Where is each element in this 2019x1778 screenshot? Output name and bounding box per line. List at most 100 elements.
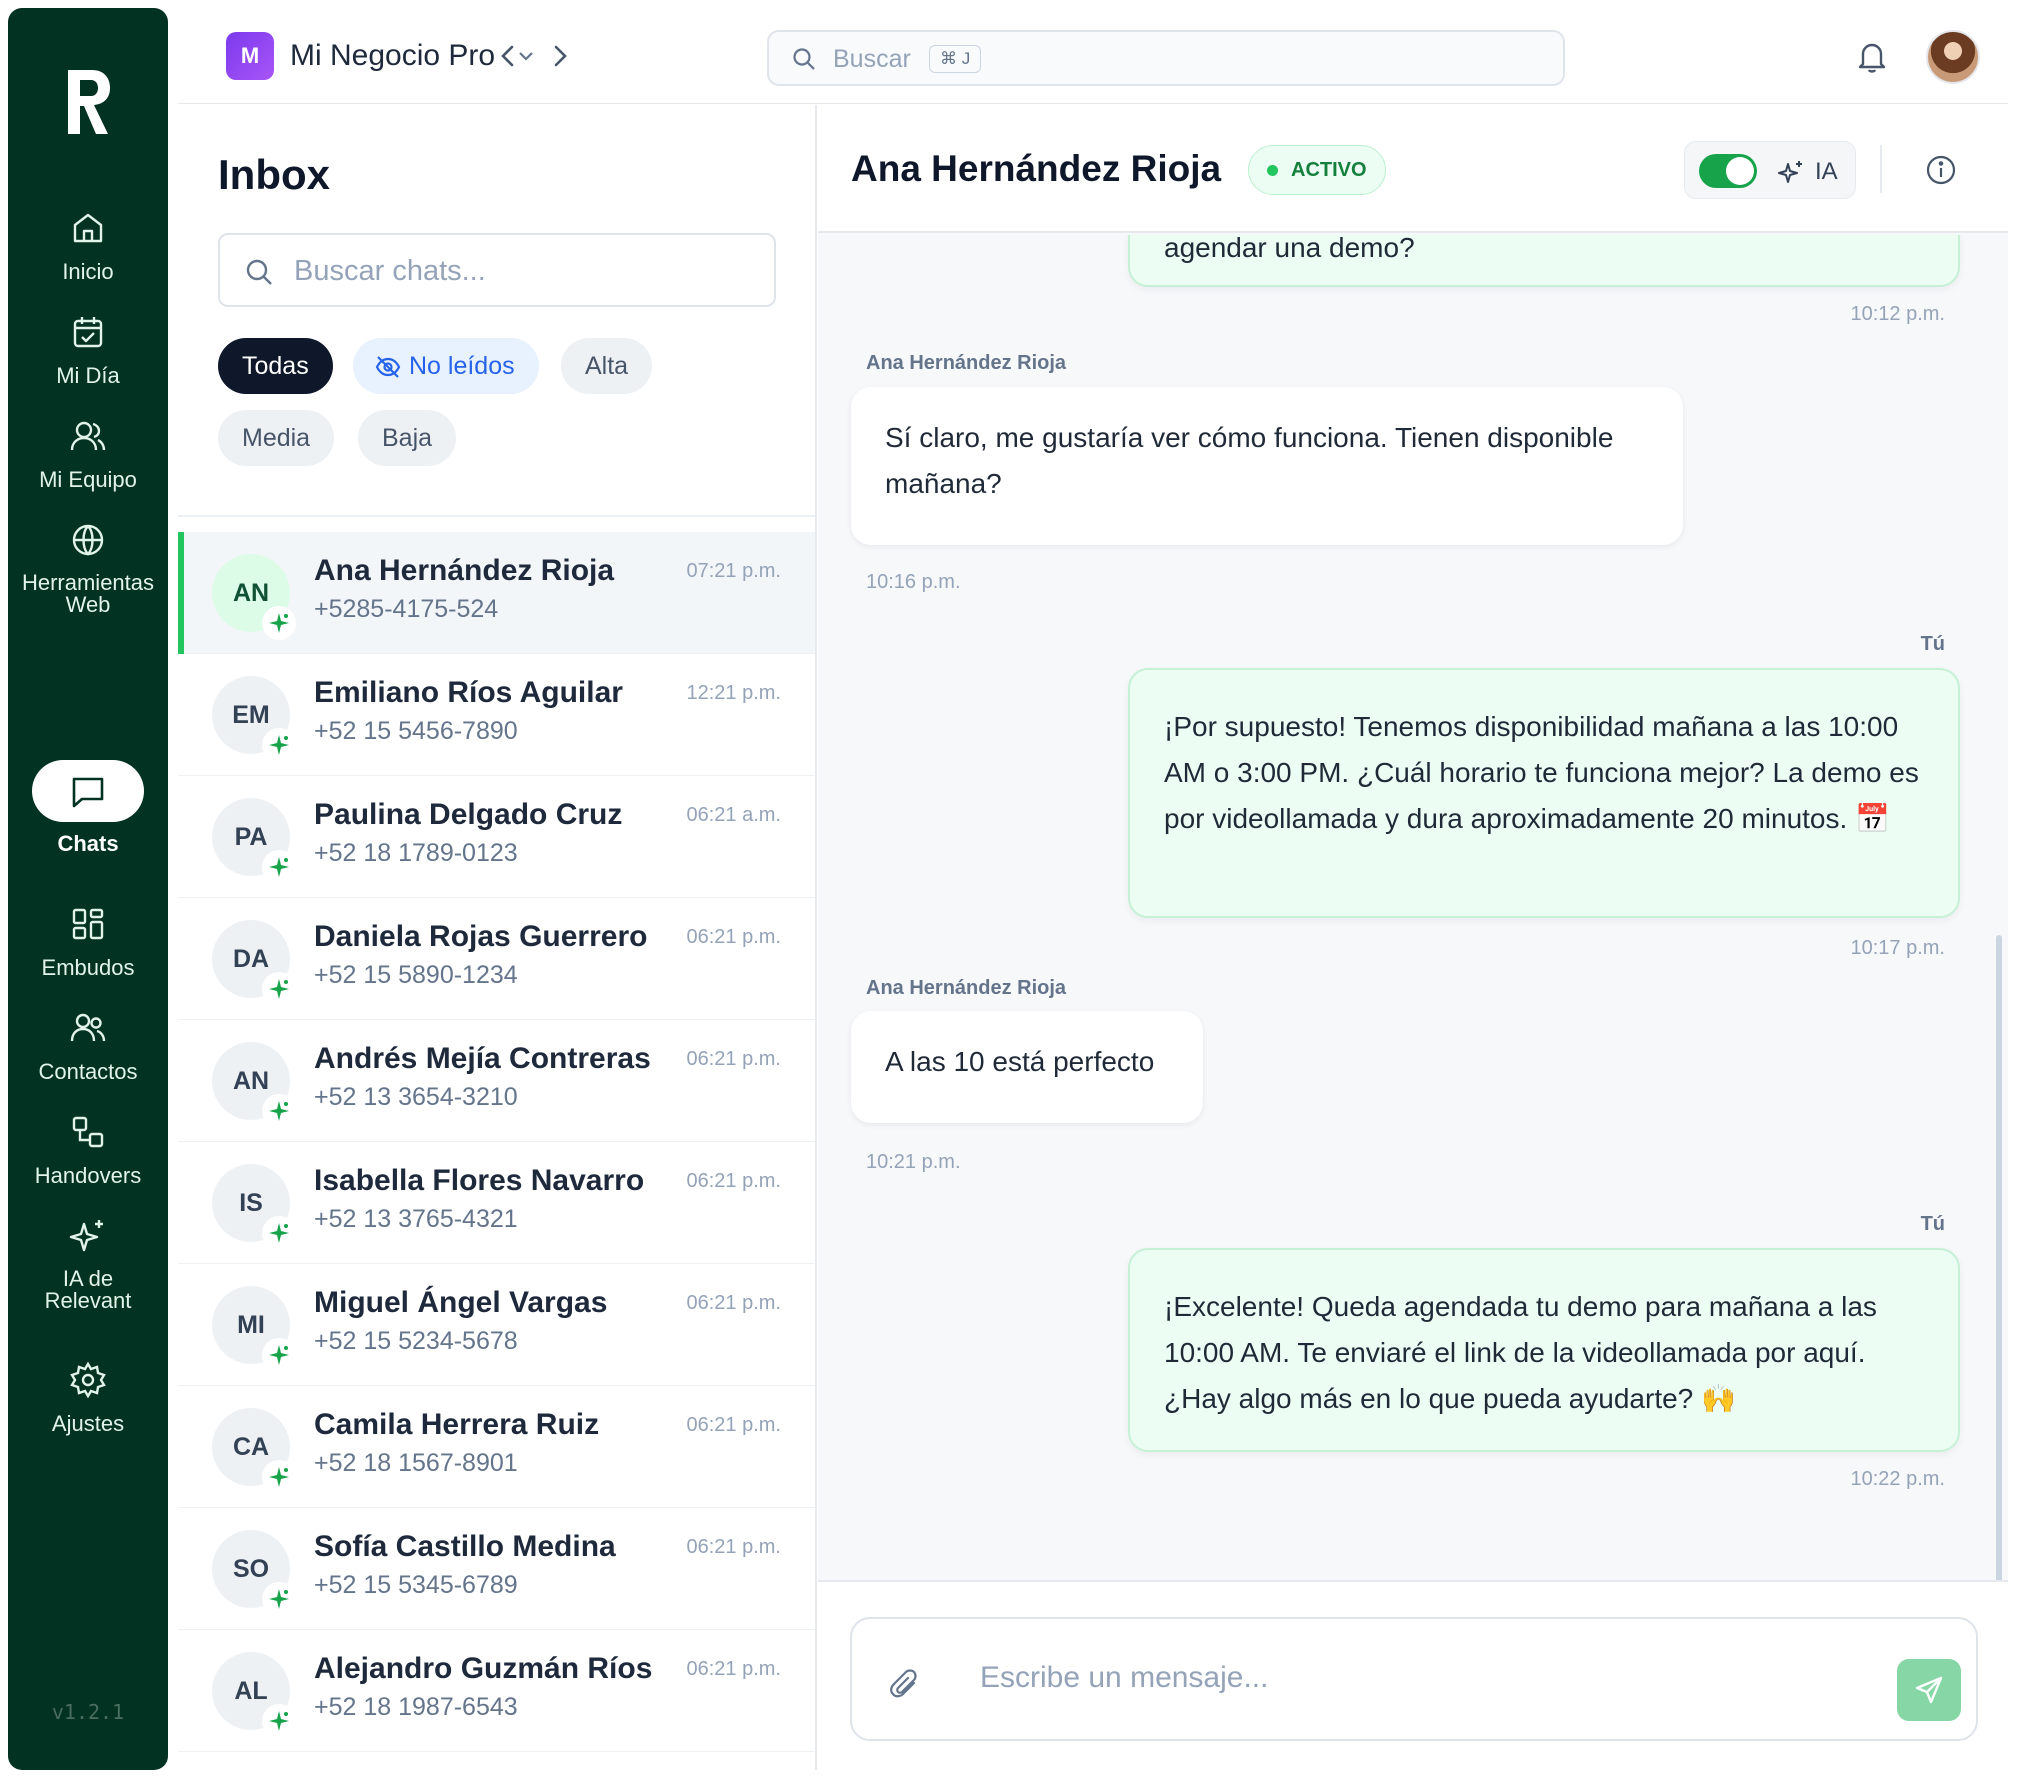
sparkle-badge-icon <box>269 613 289 633</box>
nav-herramientas-web[interactable]: Herramientas Web <box>8 520 168 616</box>
filter-media[interactable]: Media <box>218 410 335 466</box>
relevant-logo[interactable] <box>64 66 112 138</box>
message-text: Sí claro, me gustaría ver cómo funciona.… <box>885 422 1614 499</box>
send-button[interactable] <box>1897 1659 1961 1721</box>
user-avatar[interactable] <box>1926 30 1980 84</box>
message-sender: Tú <box>1920 1213 1945 1235</box>
workspace-name[interactable]: Mi Negocio Pro <box>290 39 495 73</box>
nav-embudos[interactable]: Embudos <box>8 904 168 980</box>
ai-label: IA <box>1815 158 1838 185</box>
chat-list-item[interactable]: SO Sofía Castillo Medina +52 15 5345-6789 0… <box>178 1508 815 1630</box>
message-bubble-incoming: A las 10 está perfecto <box>851 1011 1203 1123</box>
info-icon[interactable] <box>1924 153 1958 187</box>
filter-no-leidos[interactable]: No leídos <box>353 338 539 394</box>
chat-list-item[interactable]: EM Emiliano Ríos Aguilar +52 15 5456-7890 1… <box>178 654 815 776</box>
nav-mi-dia[interactable]: Mi Día <box>8 312 168 388</box>
last-message-time: 06:21 p.m. <box>686 1170 781 1192</box>
contact-phone: +5285-4175-524 <box>314 595 499 623</box>
global-search[interactable]: Buscar ⌘ J <box>767 30 1565 86</box>
nav-label: Herramientas Web <box>21 570 155 617</box>
chat-list-item[interactable]: AL Alejandro Guzmán Ríos +52 18 1987-6543 0… <box>178 1630 815 1752</box>
keyboard-shortcut: ⌘ J <box>929 45 982 73</box>
ai-toggle[interactable] <box>1699 154 1757 188</box>
conversation-panel: Ana Hernández Rioja ACTIVO IA agendar un… <box>818 105 2008 1770</box>
status-label: ACTIVO <box>1291 159 1367 181</box>
chat-search-input[interactable]: Buscar chats... <box>218 233 776 307</box>
channel-badge <box>262 1582 296 1616</box>
nav-label: Chats <box>57 831 119 856</box>
message-time: 10:12 p.m. <box>1850 303 1945 325</box>
inbox-title: Inbox <box>218 151 330 198</box>
chat-list-item[interactable]: AN Andrés Mejía Contreras +52 13 3654-3210… <box>178 1020 815 1142</box>
forward-arrow-icon[interactable] <box>544 40 576 72</box>
nav-active-pill <box>32 760 144 822</box>
nav-label: IA de Relevant <box>44 1266 132 1313</box>
nav-ajustes[interactable]: Ajustes <box>8 1360 168 1436</box>
avatar-initials: DA <box>232 944 270 973</box>
search-icon <box>793 48 815 70</box>
send-icon <box>1915 1676 1943 1704</box>
sparkle-badge-icon <box>269 1101 289 1121</box>
filter-todas[interactable]: Todas <box>218 338 333 394</box>
filter-baja[interactable]: Baja <box>358 410 457 466</box>
conversation-header: Ana Hernández Rioja ACTIVO IA <box>818 105 2008 233</box>
last-message-time: 06:21 a.m. <box>686 804 781 826</box>
nav-mi-equipo[interactable]: Mi Equipo <box>8 416 168 492</box>
home-icon <box>68 208 108 248</box>
inbox-panel: Inbox Buscar chats... Todas No leídos Al… <box>178 105 817 1770</box>
nav-inicio[interactable]: Inicio <box>8 208 168 284</box>
filter-label: Todas <box>242 352 309 380</box>
filter-label: No leídos <box>409 352 515 380</box>
contact-name: Camila Herrera Ruiz <box>314 1408 600 1441</box>
avatar-initials: AN <box>232 1066 270 1095</box>
header-separator <box>1880 145 1882 193</box>
nav-handovers[interactable]: Handovers <box>8 1112 168 1188</box>
sparkle-badge-icon <box>269 1223 289 1243</box>
chat-list-item[interactable]: CA Camila Herrera Ruiz +52 18 1567-8901 06:… <box>178 1386 815 1508</box>
avatar-initials: IS <box>239 1188 263 1217</box>
search-placeholder: Buscar <box>833 45 911 73</box>
chat-list-item[interactable]: PA Paulina Delgado Cruz +52 18 1789-0123 06… <box>178 776 815 898</box>
contact-name: Andrés Mejía Contreras <box>314 1042 651 1075</box>
workspace-badge[interactable]: M <box>226 32 274 80</box>
nav-ia-relevant[interactable]: IA de Relevant <box>8 1216 168 1312</box>
filter-alta[interactable]: Alta <box>561 338 653 394</box>
chat-list: AN Ana Hernández Rioja +5285-4175-524 07:21… <box>178 532 815 1752</box>
sidebar: Inicio Mi Día Mi Equipo Herramientas Web… <box>8 8 168 1770</box>
filter-label: Alta <box>585 352 629 380</box>
nav-label: Contactos <box>38 1059 138 1084</box>
chat-list-item[interactable]: IS Isabella Flores Navarro +52 13 3765-432… <box>178 1142 815 1264</box>
channel-badge <box>262 606 296 640</box>
channel-badge <box>262 728 296 762</box>
sparkle-badge-icon <box>269 1589 289 1609</box>
chat-list-item[interactable]: AN Ana Hernández Rioja +5285-4175-524 07:21… <box>178 532 815 654</box>
top-bar: M Mi Negocio Pro Buscar ⌘ J <box>178 8 2008 104</box>
message-list: agendar una demo? 10:12 p.m. Ana Hernánd… <box>818 235 2008 1580</box>
nav-contactos[interactable]: Contactos <box>8 1008 168 1084</box>
bell-icon[interactable] <box>1854 38 1890 74</box>
contact-phone: +52 15 5890-1234 <box>314 961 518 989</box>
message-time: 10:16 p.m. <box>866 571 961 593</box>
sparkle-badge-icon <box>269 1711 289 1731</box>
channel-badge <box>262 1460 296 1494</box>
composer-placeholder: Escribe un mensaje... <box>980 1661 1269 1694</box>
chat-list-item[interactable]: MI Miguel Ángel Vargas +52 15 5234-5678 06:… <box>178 1264 815 1386</box>
nav-label: Inicio <box>62 259 114 284</box>
chat-list-item[interactable]: DA Daniela Rojas Guerrero +52 15 5890-1234… <box>178 898 815 1020</box>
paperclip-icon[interactable] <box>888 1667 922 1701</box>
contact-name: Alejandro Guzmán Ríos <box>314 1652 653 1685</box>
nav-chats[interactable]: Chats <box>8 760 168 856</box>
nav-label: Handovers <box>34 1163 142 1188</box>
channel-badge <box>262 1338 296 1372</box>
contact-name: Emiliano Ríos Aguilar <box>314 676 623 709</box>
contact-phone: +52 13 3654-3210 <box>314 1083 518 1111</box>
sparkle-badge-icon <box>269 735 289 755</box>
nav-label: Mi Día <box>56 363 120 388</box>
contact-phone: +52 15 5456-7890 <box>314 717 518 745</box>
back-arrow-icon[interactable] <box>492 40 524 72</box>
message-composer[interactable]: Escribe un mensaje... <box>850 1617 1978 1741</box>
contact-name: Miguel Ángel Vargas <box>314 1286 608 1319</box>
scrollbar[interactable] <box>1996 935 2002 1580</box>
sparkles-icon <box>1778 161 1802 183</box>
message-time: 10:22 p.m. <box>1850 1468 1945 1490</box>
